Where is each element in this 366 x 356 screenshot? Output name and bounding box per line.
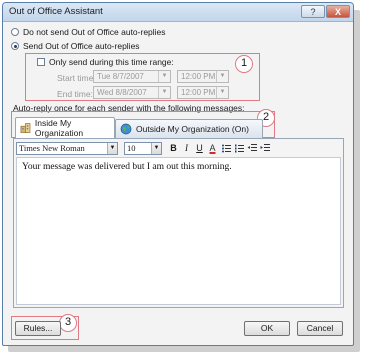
italic-button[interactable]: I: [181, 143, 192, 154]
numbered-list-icon[interactable]: [234, 143, 245, 154]
tab-outside-organization[interactable]: Outside My Organization (On): [115, 119, 263, 138]
help-button[interactable]: ?: [301, 5, 325, 18]
increase-indent-icon[interactable]: [260, 143, 271, 154]
end-date-value: Wed 8/8/2007: [97, 88, 147, 97]
end-time-picker[interactable]: 12:00 PM ▼: [177, 86, 229, 99]
chevron-down-icon[interactable]: ▼: [151, 143, 161, 154]
font-family-value: Times New Roman: [19, 143, 85, 153]
end-time-label: End time:: [57, 89, 93, 99]
font-size-select[interactable]: 10 ▼: [124, 142, 162, 155]
window-title: Out of Office Assistant: [9, 6, 103, 17]
tab-inside-organization[interactable]: Inside My Organization: [15, 117, 115, 138]
radio-do-not-send-indicator[interactable]: [11, 28, 19, 36]
message-body[interactable]: Your message was delivered but I am out …: [16, 157, 341, 305]
decrease-indent-icon[interactable]: [247, 143, 258, 154]
building-icon: [20, 123, 31, 133]
start-date-picker[interactable]: Tue 8/7/2007 ▼: [93, 70, 171, 83]
out-of-office-dialog: Out of Office Assistant ? X Do not send …: [2, 2, 354, 346]
start-time-picker[interactable]: 12:00 PM ▼: [177, 70, 229, 83]
globe-icon: [120, 123, 132, 135]
font-family-select[interactable]: Times New Roman ▼: [16, 142, 118, 155]
tab-inside-organization-label: Inside My Organization: [34, 118, 84, 138]
radio-send-label: Send Out of Office auto-replies: [23, 41, 140, 51]
chevron-down-icon[interactable]: ▼: [216, 87, 228, 98]
time-range-checkbox-label: Only send during this time range:: [49, 57, 174, 67]
format-toolbar: Times New Roman ▼ 10 ▼ B I U A: [14, 141, 343, 156]
start-time-label: Start time:: [57, 73, 96, 83]
chevron-down-icon[interactable]: ▼: [216, 71, 228, 82]
cancel-button[interactable]: Cancel: [297, 321, 343, 336]
title-bar: Out of Office Assistant ? X: [3, 3, 353, 22]
start-date-value: Tue 8/7/2007: [97, 72, 144, 81]
end-date-picker[interactable]: Wed 8/8/2007 ▼: [93, 86, 171, 99]
underline-button[interactable]: U: [194, 143, 205, 154]
ok-button[interactable]: OK: [244, 321, 290, 336]
bullet-list-icon[interactable]: [221, 143, 232, 154]
end-time-value: 12:00 PM: [181, 88, 216, 97]
font-color-button[interactable]: A: [207, 143, 218, 154]
callout-1: 1: [235, 55, 253, 73]
close-button[interactable]: X: [326, 5, 350, 18]
callout-3: 3: [59, 314, 77, 332]
tab-outside-organization-label: Outside My Organization (On): [136, 124, 249, 134]
radio-do-not-send[interactable]: Do not send Out of Office auto-replies: [11, 27, 166, 37]
font-size-value: 10: [127, 143, 136, 153]
bold-button[interactable]: B: [168, 143, 179, 154]
message-editor: Times New Roman ▼ 10 ▼ B I U A Your mess…: [13, 138, 344, 308]
time-range-checkbox[interactable]: Only send during this time range:: [37, 57, 174, 67]
chevron-down-icon[interactable]: ▼: [158, 87, 170, 98]
time-range-checkbox-box[interactable]: [37, 58, 45, 66]
chevron-down-icon[interactable]: ▼: [158, 71, 170, 82]
radio-send[interactable]: Send Out of Office auto-replies: [11, 41, 140, 51]
radio-do-not-send-label: Do not send Out of Office auto-replies: [23, 27, 166, 37]
rules-button[interactable]: Rules...: [15, 321, 61, 336]
start-time-value: 12:00 PM: [181, 72, 216, 81]
chevron-down-icon[interactable]: ▼: [107, 143, 117, 154]
radio-send-indicator[interactable]: [11, 42, 19, 50]
